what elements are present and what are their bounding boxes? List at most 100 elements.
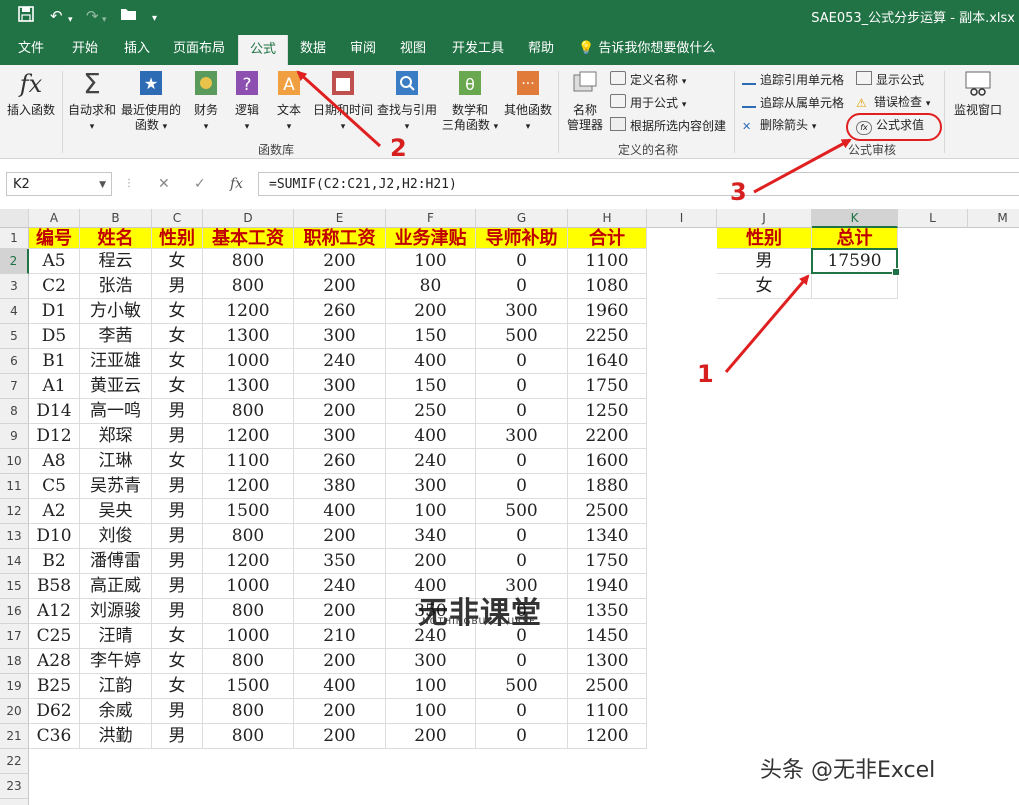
table-cell[interactable]: 800 (203, 699, 294, 724)
table-header-cell[interactable]: 合计 (568, 228, 647, 249)
table-cell[interactable]: B58 (29, 574, 80, 599)
table-cell[interactable]: 260 (294, 449, 386, 474)
math-trig-button[interactable]: θ 数学和 三角函数 ▾ (440, 69, 500, 135)
row-header[interactable]: 24 (0, 799, 29, 805)
table-cell[interactable]: 200 (294, 274, 386, 299)
table-cell[interactable]: 300 (294, 374, 386, 399)
text-button[interactable]: A 文本 ▾ (272, 69, 306, 135)
define-name-button[interactable]: 定义名称 ▾ (610, 71, 686, 90)
table-cell[interactable]: 1600 (568, 449, 647, 474)
table-cell[interactable]: 男 (152, 724, 203, 749)
table-cell[interactable]: 吴苏青 (80, 474, 152, 499)
table-header-cell[interactable]: 导师补助 (476, 228, 568, 249)
table-cell[interactable]: 1450 (568, 624, 647, 649)
summary-cell[interactable]: 17590 (812, 249, 898, 274)
table-cell[interactable]: 女 (152, 649, 203, 674)
column-header[interactable]: C (152, 209, 203, 228)
table-cell[interactable]: 2250 (568, 324, 647, 349)
table-cell[interactable]: 0 (476, 699, 568, 724)
row-header-selected[interactable]: 2 (0, 249, 29, 274)
tab-help[interactable]: 帮助 (518, 33, 564, 65)
table-cell[interactable]: 200 (294, 649, 386, 674)
table-cell[interactable]: 1750 (568, 549, 647, 574)
row-header[interactable]: 23 (0, 774, 29, 799)
date-time-button[interactable]: 日期和时间 ▾ (312, 69, 374, 135)
table-cell[interactable]: 0 (476, 549, 568, 574)
table-cell[interactable]: 400 (294, 674, 386, 699)
table-cell[interactable]: B2 (29, 549, 80, 574)
summary-cell[interactable]: 女 (717, 274, 812, 299)
tab-developer[interactable]: 开发工具 (444, 33, 512, 65)
table-header-cell[interactable]: 姓名 (80, 228, 152, 249)
row-header[interactable]: 22 (0, 749, 29, 774)
table-cell[interactable]: 800 (203, 524, 294, 549)
table-cell[interactable]: 0 (476, 524, 568, 549)
table-cell[interactable]: 1940 (568, 574, 647, 599)
column-header[interactable]: D (203, 209, 294, 228)
table-cell[interactable]: 800 (203, 399, 294, 424)
table-cell[interactable]: 150 (386, 374, 476, 399)
table-cell[interactable]: 男 (152, 574, 203, 599)
more-functions-button[interactable]: ··· 其他函数 ▾ (502, 69, 554, 135)
table-cell[interactable]: D12 (29, 424, 80, 449)
table-cell[interactable]: 刘俊 (80, 524, 152, 549)
tab-insert[interactable]: 插入 (112, 33, 162, 65)
table-cell[interactable]: 300 (476, 424, 568, 449)
name-manager-button[interactable]: 名称 管理器 (562, 69, 608, 133)
row-header[interactable]: 8 (0, 399, 29, 424)
row-header[interactable]: 6 (0, 349, 29, 374)
table-cell[interactable]: 400 (386, 349, 476, 374)
column-header[interactable]: L (898, 209, 968, 228)
column-header[interactable]: E (294, 209, 386, 228)
redo-icon[interactable]: ↷ (86, 6, 99, 26)
row-header[interactable]: 13 (0, 524, 29, 549)
table-cell[interactable]: 340 (386, 524, 476, 549)
table-cell[interactable]: 150 (386, 324, 476, 349)
undo-dropdown-icon[interactable]: ▾ (68, 10, 73, 30)
error-checking-button[interactable]: ⚠ 错误检查 ▾ (856, 94, 930, 112)
table-cell[interactable]: 100 (386, 674, 476, 699)
table-cell[interactable]: 300 (386, 649, 476, 674)
tell-me-box[interactable]: 💡 告诉我你想要做什么 (578, 33, 715, 65)
table-cell[interactable]: 男 (152, 274, 203, 299)
table-cell[interactable]: 江琳 (80, 449, 152, 474)
table-cell[interactable]: 女 (152, 249, 203, 274)
table-cell[interactable]: 1340 (568, 524, 647, 549)
table-cell[interactable]: 1500 (203, 499, 294, 524)
table-header-cell[interactable]: 性别 (152, 228, 203, 249)
table-cell[interactable]: 1750 (568, 374, 647, 399)
table-cell[interactable]: 0 (476, 249, 568, 274)
tab-page-layout[interactable]: 页面布局 (166, 33, 232, 65)
enter-icon[interactable]: ✓ (194, 172, 206, 196)
tab-formulas[interactable]: 公式 (238, 35, 288, 65)
table-cell[interactable]: 1200 (203, 424, 294, 449)
table-cell[interactable]: 女 (152, 449, 203, 474)
table-cell[interactable]: 0 (476, 449, 568, 474)
table-cell[interactable]: D5 (29, 324, 80, 349)
table-cell[interactable]: 1300 (203, 324, 294, 349)
use-in-formula-button[interactable]: 用于公式 ▾ (610, 94, 686, 113)
redo-dropdown-icon[interactable]: ▾ (102, 10, 107, 30)
table-cell[interactable]: 1300 (568, 649, 647, 674)
table-cell[interactable]: 男 (152, 474, 203, 499)
table-cell[interactable]: 女 (152, 624, 203, 649)
table-cell[interactable]: 1960 (568, 299, 647, 324)
customize-toolbar-icon[interactable]: ▾ (152, 9, 157, 29)
table-cell[interactable]: 350 (294, 549, 386, 574)
watch-window-button[interactable]: 监视窗口 (950, 69, 1006, 118)
table-cell[interactable]: 女 (152, 374, 203, 399)
table-cell[interactable]: 800 (203, 649, 294, 674)
row-header[interactable]: 14 (0, 549, 29, 574)
table-cell[interactable]: 800 (203, 249, 294, 274)
financial-button[interactable]: 财务 ▾ (188, 69, 224, 135)
table-cell[interactable]: 洪勤 (80, 724, 152, 749)
cancel-icon[interactable]: ✕ (158, 172, 170, 196)
table-cell[interactable]: 240 (294, 349, 386, 374)
table-cell[interactable]: 张浩 (80, 274, 152, 299)
row-header[interactable]: 1 (0, 228, 29, 249)
table-cell[interactable]: 260 (294, 299, 386, 324)
autosum-button[interactable]: Σ 自动求和 ▾ (66, 69, 118, 135)
table-cell[interactable]: 200 (386, 549, 476, 574)
table-cell[interactable]: 80 (386, 274, 476, 299)
insert-function-button[interactable]: fx 插入函数 (4, 69, 58, 118)
